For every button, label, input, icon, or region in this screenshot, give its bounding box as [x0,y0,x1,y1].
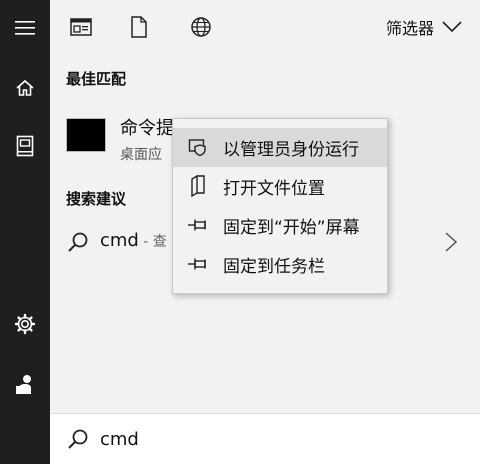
command-prompt-icon [66,118,106,152]
documents-icon [131,16,147,38]
app-type: 桌面应 [120,147,162,163]
pin-icon [187,253,209,275]
shield-icon [187,136,209,158]
home-button[interactable] [0,66,50,110]
user-icon [16,375,31,394]
suggestion-query: cmd [100,230,139,251]
user-button[interactable] [0,362,50,406]
documents-filter-button[interactable] [126,14,152,40]
menu-item-label: 固定到“开始”屏幕 [223,218,360,238]
settings-icon [14,313,36,335]
menu-item-label: 以管理员身份运行 [223,140,359,160]
menu-button[interactable] [0,6,50,50]
pin-icon [187,214,209,236]
search-input[interactable] [100,424,400,454]
settings-button[interactable] [0,302,50,346]
menu-icon [15,21,35,35]
folder-icon [187,175,209,197]
apps-icon [70,18,92,36]
app-name: 命令提 [120,118,174,139]
search-icon [68,232,88,252]
home-icon [16,79,34,96]
context-menu: 以管理员身份运行 打开文件位置 固定到“开始”屏幕 固定到任务栏 [172,118,388,294]
chevron-down-icon [442,21,462,33]
apps-filter-button[interactable] [68,14,94,40]
search-box[interactable] [50,413,480,465]
search-icon [68,429,88,449]
suggestion-text: cmd - 查 [100,230,167,251]
menu-item-run-as-admin[interactable]: 以管理员身份运行 [173,128,387,167]
chevron-right-icon[interactable] [444,232,458,252]
documents-icon [16,135,34,157]
documents-button[interactable] [0,124,50,168]
menu-item-open-file-location[interactable]: 打开文件位置 [173,167,387,206]
web-filter-button[interactable] [188,14,214,40]
web-icon [191,17,211,37]
menu-item-label: 打开文件位置 [223,179,325,199]
filter-label: 筛选器 [385,19,434,38]
best-match-heading: 最佳匹配 [66,70,127,88]
suggestion-hint: - 查 [138,234,167,250]
filter-dropdown[interactable]: 筛选器 [386,14,462,40]
menu-item-pin-to-taskbar[interactable]: 固定到任务栏 [173,245,387,284]
suggestions-heading: 搜索建议 [66,190,127,208]
menu-item-pin-to-start[interactable]: 固定到“开始”屏幕 [173,206,387,245]
start-sidebar [0,0,50,464]
menu-item-label: 固定到任务栏 [223,257,325,277]
